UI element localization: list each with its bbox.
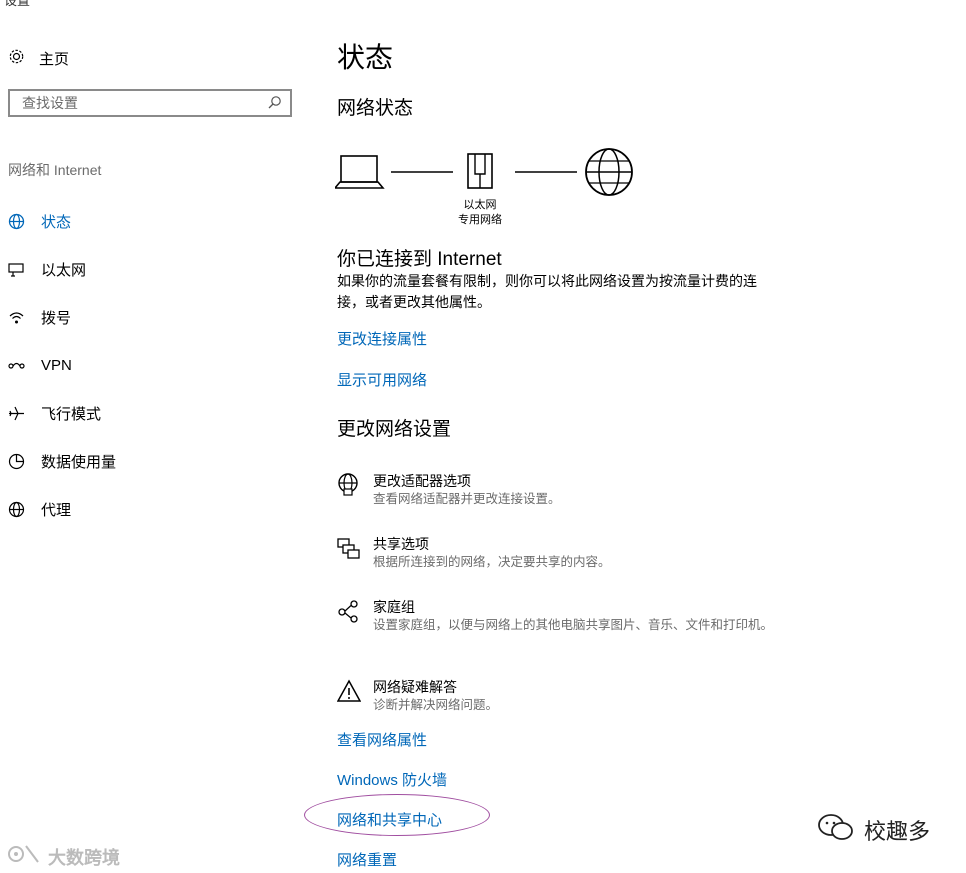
highlight-annotation	[304, 794, 490, 836]
dialup-icon	[8, 309, 25, 326]
search-box[interactable]	[8, 89, 292, 117]
option-description: 诊断并解决网络问题。	[373, 698, 499, 712]
internet-globe-icon	[585, 148, 633, 196]
change-connection-properties-link[interactable]: 更改连接属性	[337, 328, 427, 349]
option-description: 查看网络适配器并更改连接设置。	[373, 492, 561, 506]
sidebar-item-proxy[interactable]: 代理	[8, 485, 298, 533]
option-title: 网络疑难解答	[373, 679, 457, 695]
connected-description: 如果你的流量套餐有限制，则你可以将此网络设置为按流量计费的连接，或者更改其他属性…	[337, 273, 757, 310]
watermark-left-text: 大数跨境	[48, 847, 120, 868]
sidebar-item-label: 代理	[41, 501, 72, 519]
windows-firewall-link[interactable]: Windows 防火墙	[337, 769, 447, 790]
search-input[interactable]	[20, 94, 244, 112]
show-available-networks-link[interactable]: 显示可用网络	[337, 369, 427, 390]
search-icon[interactable]	[268, 95, 282, 112]
sidebar-item-airplane[interactable]: 飞行模式	[8, 389, 298, 437]
warning-icon	[336, 679, 362, 703]
homegroup-icon	[337, 599, 361, 623]
option-homegroup[interactable]: 家庭组 设置家庭组，以便与网络上的其他电脑共享图片、音乐、文件和打印机。	[337, 597, 777, 634]
window-title: 设置	[4, 0, 31, 8]
sidebar-item-label: 数据使用量	[41, 453, 117, 471]
page-title: 状态	[337, 42, 394, 73]
option-sharing[interactable]: 共享选项 根据所连接到的网络，决定要共享的内容。	[337, 534, 777, 571]
sidebar-item-label: 状态	[41, 213, 72, 231]
option-title: 更改适配器选项	[373, 473, 471, 489]
option-title: 共享选项	[373, 536, 429, 552]
option-title: 家庭组	[373, 599, 415, 615]
option-description: 根据所连接到的网络，决定要共享的内容。	[373, 555, 611, 569]
sidebar-item-ethernet[interactable]: 以太网	[8, 245, 298, 293]
sidebar-item-status[interactable]: 状态	[8, 197, 298, 245]
wechat-icon	[816, 812, 856, 848]
watermark-right-text: 校趣多	[864, 819, 931, 844]
sidebar-item-dialup[interactable]: 拨号	[8, 293, 298, 341]
option-description: 设置家庭组，以便与网络上的其他电脑共享图片、音乐、文件和打印机。	[373, 618, 774, 632]
network-profile-label: 专用网络	[458, 214, 502, 226]
adapter-icon	[337, 473, 361, 497]
sidebar-item-vpn[interactable]: VPN	[8, 341, 298, 389]
network-diagram: 以太网 专用网络	[335, 140, 645, 235]
laptop-icon	[335, 155, 385, 189]
globe-status-icon	[8, 213, 25, 230]
sidebar-item-label: 以太网	[41, 261, 87, 279]
watermark-left: 大数跨境	[8, 842, 120, 871]
section-label: 网络和 Internet	[8, 162, 102, 178]
home-label: 主页	[39, 50, 70, 68]
adapter-name-label: 以太网	[463, 199, 497, 211]
sidebar-home[interactable]: 主页	[8, 46, 69, 70]
vpn-icon	[8, 357, 25, 374]
change-network-settings-heading: 更改网络设置	[337, 419, 452, 440]
sidebar-item-data-usage[interactable]: 数据使用量	[8, 437, 298, 485]
watermark-logo-icon	[8, 842, 42, 871]
view-network-properties-link[interactable]: 查看网络属性	[337, 729, 427, 750]
network-reset-link[interactable]: 网络重置	[337, 849, 397, 870]
ethernet-adapter-icon	[467, 153, 493, 189]
proxy-globe-icon	[8, 501, 25, 518]
ethernet-icon	[8, 261, 25, 278]
option-adapter[interactable]: 更改适配器选项 查看网络适配器并更改连接设置。	[337, 471, 777, 508]
gear-icon	[8, 48, 25, 69]
sharing-icon	[337, 536, 361, 560]
sidebar-item-label: 飞行模式	[41, 405, 102, 423]
sidebar-nav: 状态 以太网 拨号 VPN 飞行模式 数据使用量 代理	[8, 197, 298, 533]
data-usage-icon	[8, 453, 25, 470]
watermark-right: 校趣多	[816, 812, 930, 848]
sidebar-item-label: VPN	[41, 356, 72, 374]
network-status-heading: 网络状态	[337, 98, 414, 119]
airplane-icon	[8, 405, 25, 422]
sidebar-item-label: 拨号	[41, 309, 72, 327]
connected-heading: 你已连接到 Internet	[337, 249, 502, 270]
option-troubleshoot[interactable]: 网络疑难解答 诊断并解决网络问题。	[336, 677, 777, 714]
